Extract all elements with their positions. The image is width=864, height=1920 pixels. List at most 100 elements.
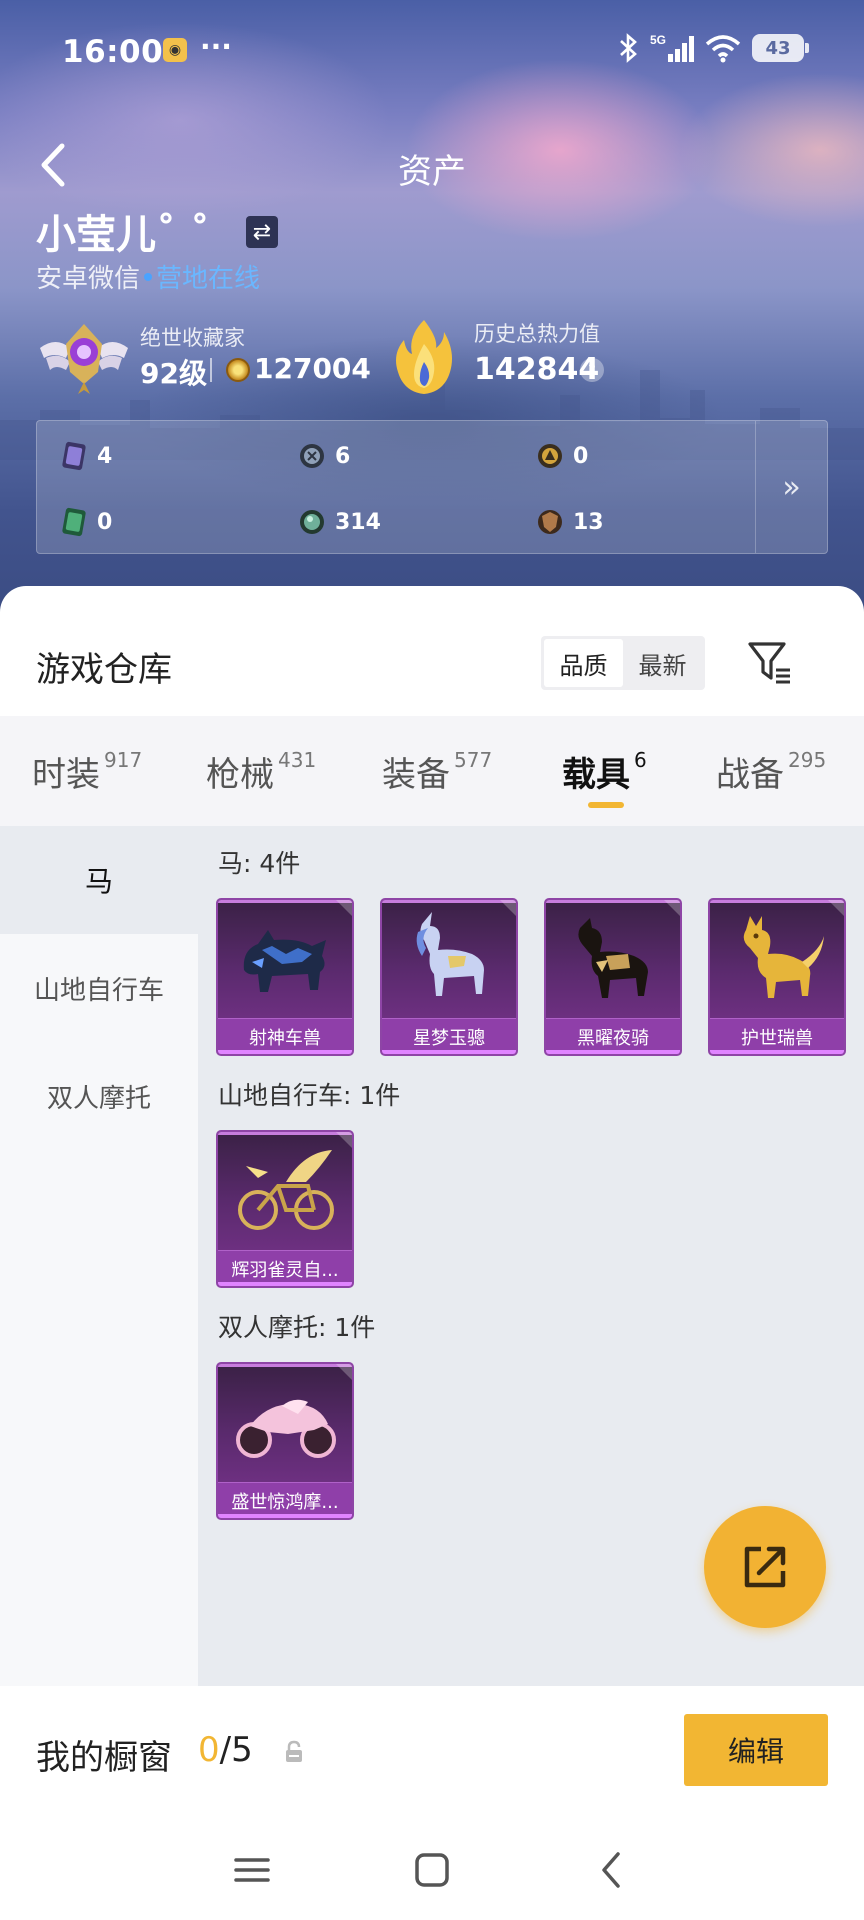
sidebar-item-two-seat-motorcycle[interactable]: 双人摩托 <box>0 1042 198 1150</box>
share-icon <box>744 1546 786 1588</box>
item-card[interactable]: 黑曜夜骑 <box>544 898 682 1056</box>
more-notifications-icon: ··· <box>200 30 232 63</box>
help-icon[interactable]: ? <box>580 358 604 382</box>
flame-icon <box>396 320 452 394</box>
tab-vehicles[interactable]: 载具 6 <box>562 716 647 826</box>
green-card-icon <box>62 507 86 537</box>
asset-item[interactable]: 13 <box>537 507 604 537</box>
golden-qilin-image <box>743 916 824 998</box>
edit-button[interactable]: 编辑 <box>684 1714 828 1786</box>
platform-label: 安卓微信 <box>36 264 141 294</box>
armored-beast-image <box>243 930 326 992</box>
app-notification-icon: ◉ <box>163 38 187 62</box>
item-card[interactable]: 护世瑞兽 <box>708 898 846 1056</box>
tab-count: 6 <box>634 748 647 772</box>
heat-label: 历史总热力值 <box>474 322 600 346</box>
item-name-bar: 射神车兽 <box>218 1018 352 1054</box>
svg-text:5G: 5G <box>650 33 666 47</box>
asset-summary-panel: 4 6 0 0 314 13 » <box>36 420 828 554</box>
tab-count: 577 <box>454 748 493 772</box>
bluetooth-icon <box>620 33 637 63</box>
pink-motorcycle-image <box>236 1399 336 1458</box>
item-name: 星梦玉骢 <box>413 1027 485 1049</box>
unicorn-horse-image <box>416 912 484 996</box>
item-name: 盛世惊鸿摩... <box>231 1491 339 1513</box>
item-card[interactable]: 盛世惊鸿摩... <box>216 1362 354 1520</box>
rank-title: 绝世收藏家 <box>140 326 245 350</box>
purple-card-icon <box>62 441 86 471</box>
expand-assets-button[interactable]: » <box>755 421 827 553</box>
asset-value: 0 <box>573 443 589 469</box>
coin-icon <box>226 358 250 382</box>
tab-equipment[interactable]: 装备 577 <box>382 716 492 826</box>
system-navigation-bar <box>0 1818 864 1920</box>
tab-count: 431 <box>278 748 317 772</box>
active-tab-indicator <box>588 802 624 808</box>
item-card[interactable]: 射神车兽 <box>216 898 354 1056</box>
asset-value: 4 <box>97 443 113 469</box>
subcategory-sidebar: 马 山地自行车 双人摩托 <box>0 826 198 1686</box>
back-nav-icon[interactable] <box>590 1848 634 1892</box>
item-name-bar: 辉羽雀灵自... <box>218 1250 352 1286</box>
username: 小莹儿˚ ˚ <box>36 212 210 258</box>
item-name-bar: 星梦玉骢 <box>382 1018 516 1054</box>
asset-value: 13 <box>573 509 604 535</box>
sidebar-item-mountain-bike[interactable]: 山地自行车 <box>0 934 198 1042</box>
showcase-label: 我的橱窗 <box>36 1738 172 1778</box>
sort-by-newest[interactable]: 最新 <box>623 639 702 687</box>
clock: 16:00 <box>62 34 164 70</box>
asset-item[interactable]: 0 <box>61 507 112 537</box>
bronze-shield-icon <box>538 510 562 534</box>
tab-fashion[interactable]: 时装 917 <box>32 716 142 826</box>
group-title: 双人摩托: 1件 <box>218 1313 376 1342</box>
filter-button[interactable] <box>746 638 794 686</box>
item-name: 黑曜夜骑 <box>577 1027 649 1049</box>
tab-battle-gear[interactable]: 战备 295 <box>716 716 826 826</box>
asset-item[interactable]: 6 <box>299 441 350 471</box>
item-name-bar: 盛世惊鸿摩... <box>218 1482 352 1518</box>
coin-value: 127004 <box>254 352 371 385</box>
share-button[interactable] <box>704 1506 826 1628</box>
rank-medal-icon[interactable] <box>36 318 132 398</box>
tab-label: 战备 <box>716 754 784 795</box>
online-status: 营地在线 <box>156 264 261 294</box>
group-title: 山地自行车: 1件 <box>218 1081 401 1110</box>
battery-icon: 43 <box>752 34 809 62</box>
category-tabs: 时装 917 枪械 431 装备 577 载具 6 战备 295 <box>0 716 864 826</box>
item-card[interactable]: 星梦玉骢 <box>380 898 518 1056</box>
menu-icon[interactable] <box>230 1848 274 1892</box>
asset-item[interactable]: 314 <box>299 507 381 537</box>
obsidian-horse-image <box>578 918 648 998</box>
tab-label: 载具 <box>562 754 630 795</box>
asset-item[interactable]: 4 <box>61 441 112 471</box>
platform-info: 安卓微信 营地在线 <box>36 258 260 295</box>
gold-emblem-icon <box>538 444 562 468</box>
tab-count: 917 <box>104 748 143 772</box>
item-card[interactable]: 辉羽雀灵自... <box>216 1130 354 1288</box>
group-title: 马: 4件 <box>218 849 301 878</box>
tab-label: 枪械 <box>206 754 274 795</box>
lock-icon <box>286 1740 302 1762</box>
online-dot-icon <box>144 273 153 281</box>
winged-bicycle-image <box>238 1150 334 1230</box>
sort-by-quality[interactable]: 品质 <box>544 639 623 687</box>
showcase-total: /5 <box>219 1730 253 1770</box>
sort-toggle: 品质 最新 <box>541 636 705 690</box>
status-bar: 16:00 ◉ ··· 5G 43 <box>0 0 864 100</box>
cellular-signal-icon: 5G <box>650 33 694 62</box>
page-title: 资产 <box>398 152 466 192</box>
tab-label: 装备 <box>382 754 450 795</box>
item-name: 护世瑞兽 <box>741 1027 813 1049</box>
silver-emblem-icon <box>300 444 324 468</box>
tab-count: 295 <box>788 748 827 772</box>
asset-value: 314 <box>335 509 381 535</box>
switch-account-button[interactable]: ⇄ <box>246 216 278 248</box>
sidebar-item-horse[interactable]: 马 <box>0 826 198 934</box>
home-icon[interactable] <box>410 1848 454 1892</box>
item-name-bar: 黑曜夜骑 <box>546 1018 680 1054</box>
asset-item[interactable]: 0 <box>537 441 588 471</box>
item-name: 射神车兽 <box>249 1027 321 1049</box>
tab-firearms[interactable]: 枪械 431 <box>206 716 316 826</box>
item-name: 辉羽雀灵自... <box>231 1259 339 1281</box>
tab-label: 时装 <box>32 754 100 795</box>
